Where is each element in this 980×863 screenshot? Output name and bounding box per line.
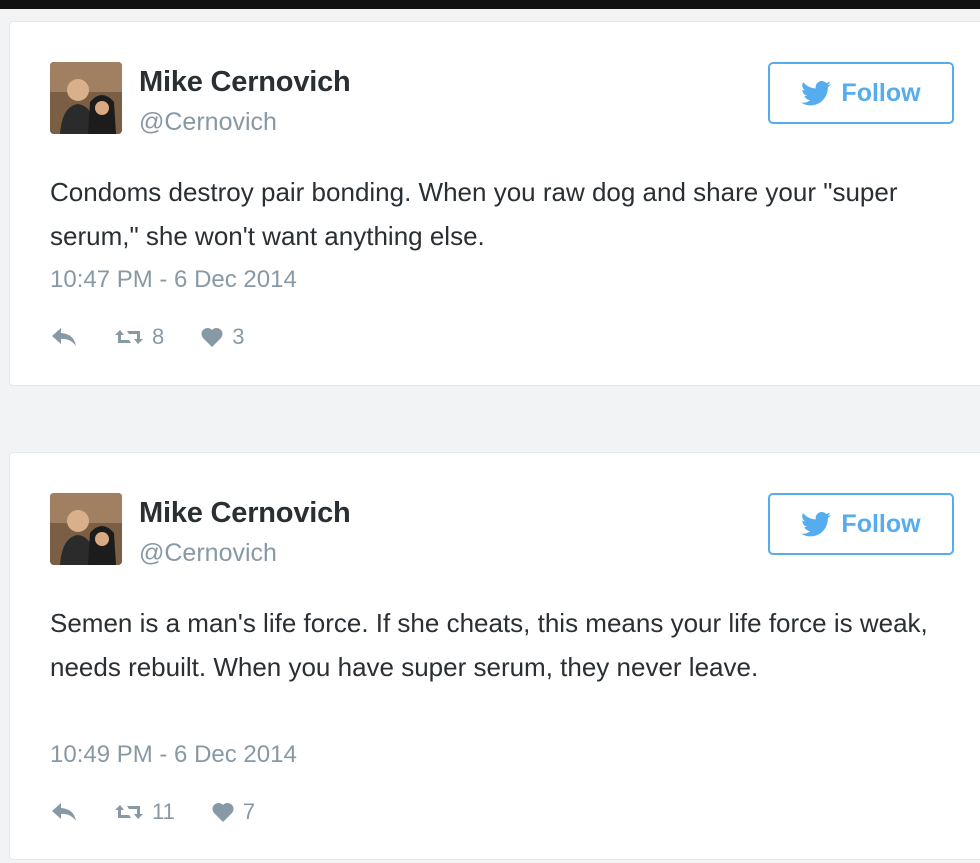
twitter-bird-icon (801, 511, 832, 536)
heart-icon (212, 802, 234, 822)
retweet-count: 11 (152, 799, 175, 824)
tweet-card: Mike Cernovich @Cernovich Follow Condoms… (9, 21, 980, 386)
follow-label: Follow (841, 509, 921, 538)
retweet-count: 8 (152, 324, 165, 349)
twitter-bird-icon (801, 80, 832, 105)
avatar-image (50, 62, 122, 134)
tweet-timestamp[interactable]: 10:49 PM - 6 Dec 2014 (50, 741, 297, 769)
heart-icon (201, 327, 223, 347)
reply-button[interactable] (50, 326, 78, 348)
tweet-timestamp[interactable]: 10:47 PM - 6 Dec 2014 (50, 266, 297, 294)
tweet-text: Condoms destroy pair bonding. When you r… (50, 177, 898, 251)
author-handle[interactable]: @Cernovich (139, 108, 277, 137)
follow-label: Follow (841, 78, 921, 107)
like-count: 3 (232, 324, 245, 349)
tweet-card: Mike Cernovich @Cernovich Follow Semen i… (9, 452, 980, 860)
author-handle[interactable]: @Cernovich (139, 539, 277, 568)
avatar-image (50, 493, 122, 565)
follow-button[interactable]: Follow (768, 62, 954, 124)
author-name[interactable]: Mike Cernovich (139, 66, 351, 99)
reply-icon (52, 328, 76, 346)
follow-button[interactable]: Follow (768, 493, 954, 555)
author-name[interactable]: Mike Cernovich (139, 497, 351, 530)
retweet-icon (115, 805, 143, 819)
top-bar (0, 0, 980, 9)
tweet-actions: 11 7 (50, 799, 291, 825)
like-button[interactable]: 3 (200, 324, 245, 350)
like-count: 7 (242, 799, 256, 824)
retweet-button[interactable]: 11 (114, 799, 175, 825)
retweet-button[interactable]: 8 (114, 324, 164, 350)
avatar[interactable] (50, 493, 122, 565)
reply-button[interactable] (50, 801, 78, 823)
tweet-actions: 8 3 (50, 324, 281, 350)
like-button[interactable]: 7 (211, 799, 255, 825)
tweet-text: Semen is a man's life force. If she chea… (50, 608, 928, 682)
reply-icon (52, 803, 76, 821)
retweet-icon (115, 330, 143, 344)
avatar[interactable] (50, 62, 122, 134)
